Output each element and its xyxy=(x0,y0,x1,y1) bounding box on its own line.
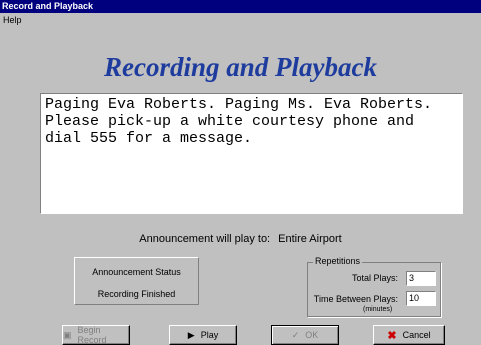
time-between-units: (minutes) xyxy=(363,306,393,313)
window-title: Record and Playback xyxy=(0,0,481,13)
ok-button[interactable]: ✓ OK xyxy=(271,325,339,345)
repetitions-legend: Repetitions xyxy=(313,256,363,266)
begin-record-button[interactable]: ▣ Begin Record xyxy=(62,325,130,345)
play-label: Play xyxy=(200,330,219,340)
begin-record-label: Begin Record xyxy=(77,325,107,345)
announcement-text[interactable]: Paging Eva Roberts. Paging Ms. Eva Rober… xyxy=(40,93,463,214)
play-icon: ▶ xyxy=(187,329,195,340)
play-to-value: Entire Airport xyxy=(278,233,342,245)
repetitions-group: Repetitions Total Plays: 3 Time Between … xyxy=(307,256,441,317)
status-title: Announcement Status xyxy=(92,267,181,277)
menu-help[interactable]: Help xyxy=(3,15,22,25)
total-plays-input[interactable]: 3 xyxy=(406,271,436,286)
menu-bar: Help xyxy=(0,13,481,27)
total-plays-label: Total Plays: xyxy=(351,273,398,283)
status-panel: Announcement Status Recording Finished xyxy=(74,257,199,305)
time-between-input[interactable]: 10 xyxy=(406,291,436,306)
play-to-label: Announcement will play to: xyxy=(139,233,271,245)
x-icon: ✖ xyxy=(387,329,397,342)
ok-label: OK xyxy=(305,330,319,340)
check-icon: ✓ xyxy=(291,329,300,340)
record-icon: ▣ xyxy=(63,329,72,340)
cancel-button[interactable]: ✖ Cancel xyxy=(373,325,445,345)
play-to-line: Announcement will play to: Entire Airport xyxy=(0,233,481,245)
play-button[interactable]: ▶ Play xyxy=(169,325,237,345)
time-between-label: Time Between Plays: xyxy=(313,294,398,304)
page-title: Recording and Playback xyxy=(104,52,377,82)
status-value: Recording Finished xyxy=(97,289,176,299)
cancel-label: Cancel xyxy=(402,330,431,340)
